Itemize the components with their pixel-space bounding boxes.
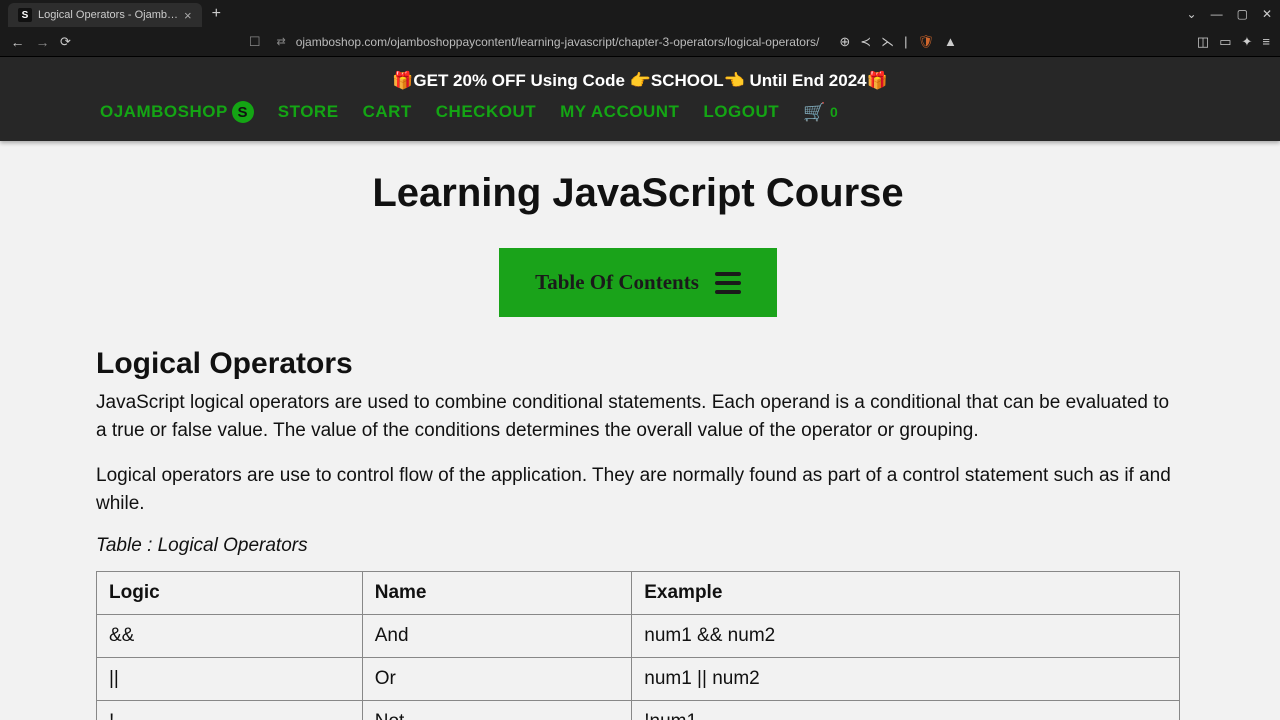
url-text[interactable]: ojamboshop.com/ojamboshoppaycontent/lear… [296,35,820,49]
operators-table: Logic Name Example && And num1 && num2 |… [96,571,1180,720]
cell-name: Not [362,701,632,720]
new-tab-button[interactable]: + [212,5,221,23]
bookmark-icon[interactable]: ☐ [249,34,261,50]
th-example: Example [632,572,1180,615]
cell-name: And [362,615,632,658]
zoom-icon[interactable]: ⊕ [839,34,850,50]
paragraph-2: Logical operators are use to control flo… [96,462,1180,517]
back-button[interactable]: ← [10,34,25,50]
cart-icon: 🛒 [803,102,826,123]
nav-brand[interactable]: OJAMBOSHOP S [100,101,254,123]
menu-icon[interactable]: ≡ [1262,34,1270,50]
reader-icon[interactable]: ▭ [1219,34,1231,50]
cell-example: !num1 [632,701,1180,720]
main-content: Learning JavaScript Course Table Of Cont… [0,141,1280,720]
site-header: 🎁GET 20% OFF Using Code 👉SCHOOL👈 Until E… [0,57,1280,141]
close-icon[interactable]: ✕ [1262,7,1272,21]
section-title: Logical Operators [96,347,1180,381]
chevron-down-icon[interactable]: ⌄ [1187,7,1197,21]
toc-label: Table Of Contents [535,270,699,295]
cell-logic: || [97,658,363,701]
browser-titlebar: S Logical Operators - Ojamb… × + ⌄ — ▢ ✕ [0,0,1280,27]
cell-logic: && [97,615,363,658]
nav-cart-icon-link[interactable]: 🛒0 [803,102,838,123]
rss-icon[interactable]: ⋋ [881,34,894,50]
reload-button[interactable]: ⟳ [60,34,71,50]
th-logic: Logic [97,572,363,615]
sidebar-icon[interactable]: ◫ [1197,34,1209,50]
table-header-row: Logic Name Example [97,572,1180,615]
minimize-icon[interactable]: — [1211,7,1223,21]
nav-checkout[interactable]: CHECKOUT [436,102,536,122]
nav-store[interactable]: STORE [278,102,339,122]
share-icon[interactable]: ≺ [860,34,871,50]
browser-addressbar: ← → ⟳ ☐ ⇄ ojamboshop.com/ojamboshoppayco… [0,27,1280,57]
warning-icon[interactable]: ▲ [944,34,957,49]
table-caption: Table : Logical Operators [96,535,1180,557]
nav-cart[interactable]: CART [363,102,412,122]
cart-count: 0 [830,104,838,120]
divider: | [904,34,907,49]
tab-close-icon[interactable]: × [184,8,192,23]
shield-icon[interactable]: 🛡 [918,34,935,50]
brand-text: OJAMBOSHOP [100,102,228,122]
site-info-icon[interactable]: ⇄ [276,35,285,48]
cell-logic: ! [97,701,363,720]
page-viewport: 🎁GET 20% OFF Using Code 👉SCHOOL👈 Until E… [0,57,1280,720]
paragraph-1: JavaScript logical operators are used to… [96,389,1180,444]
main-nav: OJAMBOSHOP S STORE CART CHECKOUT MY ACCO… [0,101,1280,123]
tab-title: Logical Operators - Ojamb… [38,9,178,21]
sparkle-icon[interactable]: ✦ [1242,34,1253,50]
cell-example: num1 && num2 [632,615,1180,658]
nav-my-account[interactable]: MY ACCOUNT [560,102,679,122]
course-title: Learning JavaScript Course [96,171,1180,216]
cell-example: num1 || num2 [632,658,1180,701]
maximize-icon[interactable]: ▢ [1237,7,1248,21]
window-controls: ⌄ — ▢ ✕ [1187,7,1272,21]
nav-logout[interactable]: LOGOUT [703,102,779,122]
browser-tab[interactable]: S Logical Operators - Ojamb… × [8,3,202,27]
table-row: ! Not !num1 [97,701,1180,720]
brand-logo-icon: S [232,101,254,123]
table-row: && And num1 && num2 [97,615,1180,658]
table-row: || Or num1 || num2 [97,658,1180,701]
forward-button[interactable]: → [35,34,50,50]
tab-favicon: S [18,8,32,22]
cell-name: Or [362,658,632,701]
table-of-contents-button[interactable]: Table Of Contents [499,248,777,317]
hamburger-icon [715,272,741,294]
th-name: Name [362,572,632,615]
promo-banner: 🎁GET 20% OFF Using Code 👉SCHOOL👈 Until E… [0,65,1280,101]
